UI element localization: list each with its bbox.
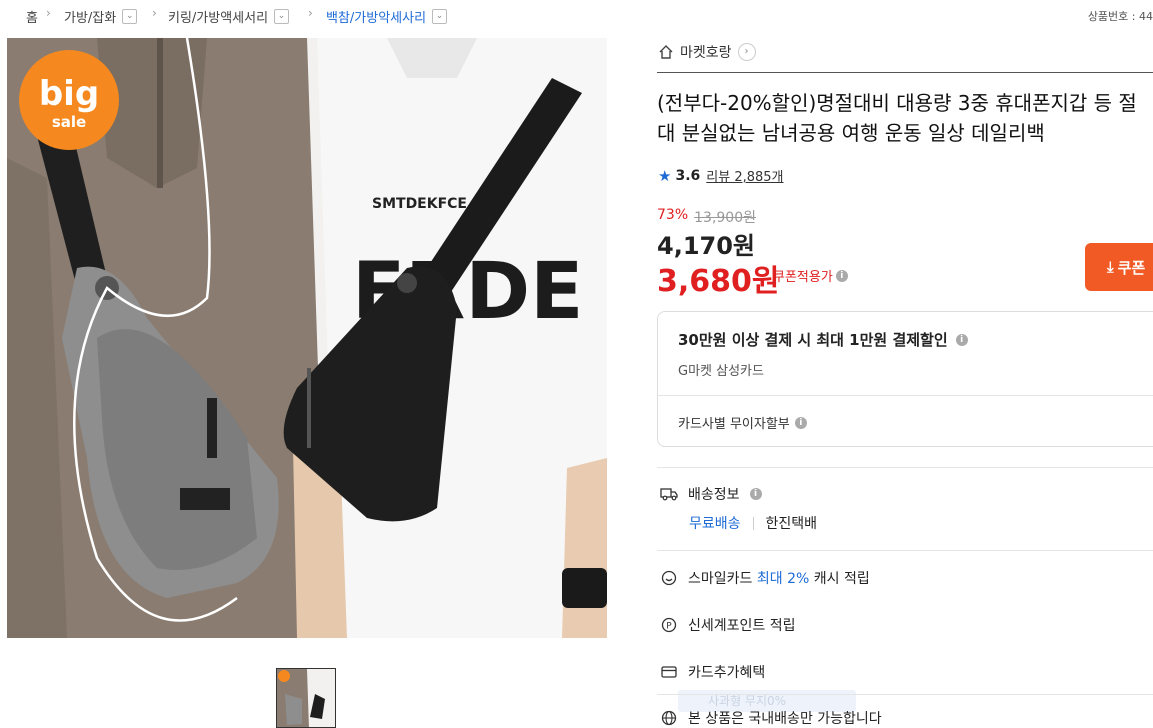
divider (657, 694, 1153, 695)
breadcrumb-item-label: 키링/가방액세서리 (168, 11, 269, 26)
smilecard-text: 스마일카드 최대 2% 캐시 적립 (688, 568, 870, 588)
discount-rate: 73% (657, 207, 689, 223)
home-icon (659, 45, 673, 59)
rating-score: 3.6 (675, 167, 701, 184)
domestic-label: 본 상품은 국내배송만 가능합니다 (688, 711, 882, 727)
truck-icon (660, 485, 678, 503)
point-icon: P (660, 616, 678, 634)
card-benefit-headline-text: 30만원 이상 결제 시 최대 1만원 결제할인 (678, 331, 948, 349)
badge-text-big: big (39, 74, 99, 114)
shipping-details: 무료배송 한진택배 (689, 513, 817, 533)
divider (657, 467, 1153, 468)
product-photo-illustration: SMTDEKFCE FRDE big sale (7, 38, 607, 638)
product-number: 상품번호 : 44 (1087, 10, 1153, 23)
coupon-download-button[interactable]: ⤓ 쿠폰 (1085, 243, 1153, 291)
product-title: (전부다-20%할인)명절대비 대용량 3중 휴대폰지갑 등 절대 분실없는 남… (657, 91, 1137, 145)
coupon-button-label: 쿠폰 (1117, 258, 1146, 277)
chevron-right-icon: › (46, 6, 51, 20)
info-icon[interactable]: i (955, 333, 968, 346)
download-icon: ⤓ (1107, 258, 1114, 276)
review-count-link[interactable]: 리뷰 2,885개 (706, 166, 783, 185)
chevron-right-icon: › (737, 43, 756, 61)
star-icon: ★ (658, 166, 672, 185)
coupon-price: 3,680원 (657, 264, 780, 299)
shipping-label: 배송정보 (688, 487, 740, 503)
info-icon[interactable]: i (794, 416, 807, 429)
svg-text:P: P (666, 622, 672, 632)
installment-text: 카드사별 무이자할부 (678, 417, 790, 432)
smilecard-row: 스마일카드 최대 2% 캐시 적립 (660, 568, 870, 588)
card-extra-row[interactable]: 카드추가혜택 (660, 662, 765, 682)
installment-info[interactable]: 카드사별 무이자할부 i (678, 413, 807, 432)
breadcrumb-item-label: 백참/가방악세사리 (326, 11, 427, 26)
discount-row: 73% 13,900원 (657, 207, 756, 227)
original-price: 13,900원 (694, 210, 756, 226)
breadcrumb: 홈 › 가방/잡화 ⌄ › 키링/가방액세서리 ⌄ › 백참/가방악세사리 ⌄ … (0, 0, 1153, 30)
free-shipping: 무료배송 (689, 516, 741, 532)
breadcrumb-item-2[interactable]: 키링/가방액세서리 ⌄ (168, 7, 290, 26)
info-icon[interactable]: i (749, 488, 762, 500)
divider (657, 550, 1153, 551)
smilecard-suffix: 캐시 적립 (813, 571, 870, 587)
domestic-row: 본 상품은 국내배송만 가능합니다 (660, 708, 882, 728)
divider (752, 516, 754, 530)
coupon-price-label-text: 쿠폰적용가 (773, 270, 833, 285)
smilecard-prefix: 스마일카드 (688, 571, 753, 587)
card-benefit-box: 30만원 이상 결제 시 최대 1만원 결제할인 i G마켓 삼성카드 카드사별… (657, 311, 1153, 447)
product-main-image[interactable]: SMTDEKFCE FRDE big sale (7, 38, 607, 638)
breadcrumb-home[interactable]: 홈 (26, 7, 38, 26)
breadcrumb-item-1[interactable]: 가방/잡화 ⌄ (64, 7, 138, 26)
chevron-right-icon: › (308, 6, 313, 20)
card-extra-label: 카드추가혜택 (688, 665, 766, 681)
chevron-right-icon: › (152, 6, 157, 20)
coupon-price-label: 쿠폰적용가 i (773, 266, 848, 285)
thumbnail-image (277, 669, 335, 727)
breadcrumb-item-3[interactable]: 백참/가방악세사리 ⌄ (326, 7, 448, 26)
divider (657, 72, 1153, 73)
shipping-info-row: 배송정보 i (660, 484, 762, 504)
product-thumbnail[interactable] (276, 668, 336, 728)
shinsegae-label: 신세계포인트 적립 (688, 618, 796, 634)
globe-icon (660, 709, 678, 727)
info-icon[interactable]: i (835, 269, 848, 282)
chevron-down-icon[interactable]: ⌄ (274, 9, 290, 24)
card-icon (660, 663, 678, 681)
breadcrumb-home-label: 홈 (26, 11, 38, 26)
seller-link[interactable]: 마켓호랑 › (658, 42, 756, 62)
card-name: G마켓 삼성카드 (678, 364, 764, 379)
courier: 한진택배 (765, 516, 818, 532)
seller-name: 마켓호랑 (680, 45, 732, 61)
smile-icon (660, 569, 678, 587)
chevron-down-icon[interactable]: ⌄ (122, 9, 138, 24)
breadcrumb-item-label: 가방/잡화 (64, 11, 117, 26)
svg-text:SMTDEKFCE: SMTDEKFCE (372, 196, 467, 212)
divider (658, 395, 1153, 396)
card-benefit-headline: 30만원 이상 결제 시 최대 1만원 결제할인 i (678, 329, 968, 350)
smilecard-rate: 최대 2% (756, 571, 810, 587)
chevron-down-icon[interactable]: ⌄ (432, 9, 448, 24)
rating-row: ★ 3.6 리뷰 2,885개 (658, 166, 784, 186)
badge-text-sale: sale (52, 113, 86, 131)
shinsegae-row: P 신세계포인트 적립 (660, 615, 796, 635)
